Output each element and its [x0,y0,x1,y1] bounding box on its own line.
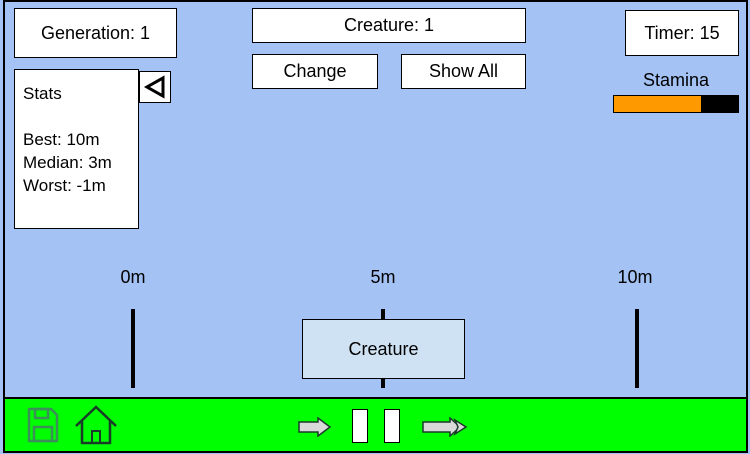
stats-title: Stats [23,84,62,103]
stats-worst: Worst: -1m [23,176,106,195]
pause-icon-right-bar[interactable] [384,409,400,443]
distance-tick-0m [131,309,135,388]
distance-tick-5m-lower [381,379,385,388]
stats-median: Median: 3m [23,153,112,172]
stats-best: Best: 10m [23,130,100,149]
distance-mark-5m: 5m [370,267,396,287]
distance-tick-5m [381,309,385,319]
stamina-fill [614,96,701,112]
distance-mark-0m: 0m [120,267,146,287]
generation-label: Generation: 1 [14,8,177,58]
save-icon[interactable] [26,406,60,444]
timer-label: Timer: 15 [625,10,739,56]
pause-icon[interactable] [352,409,368,443]
home-icon[interactable] [73,404,119,446]
creature-body: Creature [302,319,465,379]
stats-spacer [23,105,130,128]
fast-forward-icon[interactable] [422,417,468,437]
stamina-label: Stamina [642,70,710,90]
creature-label: Creature: 1 [252,8,526,43]
stamina-bar [613,95,739,113]
play-icon[interactable] [298,417,332,437]
distance-mark-10m: 10m [617,267,653,287]
collapse-stats-button[interactable] [139,71,171,103]
show-all-button[interactable]: Show All [401,54,526,89]
distance-tick-10m [635,309,639,388]
triangle-left-icon [143,75,165,99]
stats-panel: Stats Best: 10m Median: 3m Worst: -1m [14,69,139,229]
change-button[interactable]: Change [252,54,378,89]
simulation-screen: Generation: 1 Creature: 1 Change Show Al… [0,0,750,454]
